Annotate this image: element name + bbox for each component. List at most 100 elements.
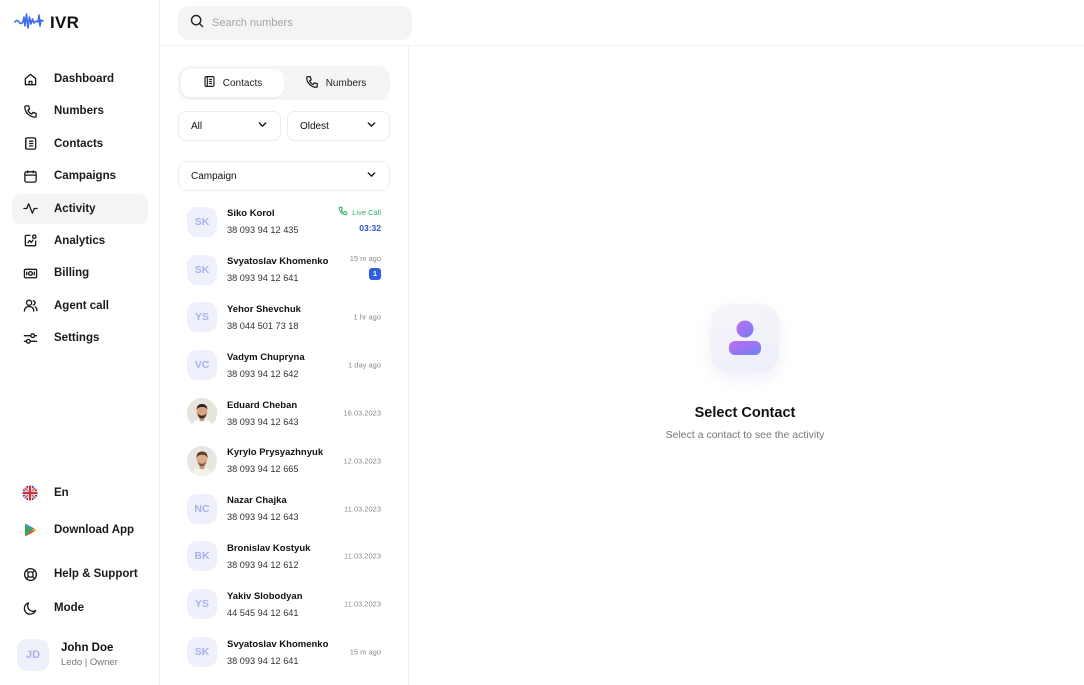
sidebar-download[interactable]: Download App xyxy=(12,517,152,543)
search-bar xyxy=(178,6,412,40)
status-filter-dropdown[interactable]: All xyxy=(178,111,281,141)
tab-label: Numbers xyxy=(325,77,367,89)
sidebar-item-agent-call[interactable]: Agent call xyxy=(12,291,148,321)
contacts-panel: Contacts Numbers All Oldest Campaign SK xyxy=(160,46,409,685)
phone-icon xyxy=(22,103,38,119)
activity-pulse-icon xyxy=(22,201,38,217)
avatar: YS xyxy=(187,589,217,620)
contact-list: SK Siko Korol 38 093 94 12 435 Live Call… xyxy=(178,198,390,676)
view-switcher: Contacts Numbers xyxy=(178,66,390,100)
lifebuoy-icon xyxy=(22,566,38,582)
contacts-book-icon xyxy=(203,75,216,91)
contact-phone: 38 093 94 12 641 xyxy=(227,273,299,284)
language-selector[interactable]: En xyxy=(12,480,152,506)
mode-toggle[interactable]: Mode xyxy=(12,595,152,621)
contact-time: 11.03.2023 xyxy=(344,599,381,609)
sidebar-item-analytics[interactable]: Analytics xyxy=(12,226,148,256)
sidebar-item-campaigns[interactable]: Campaigns xyxy=(12,161,148,191)
contact-list-item[interactable]: BK Bronislav Kostyuk 38 093 94 12 612 11… xyxy=(178,533,390,581)
contact-meta: Live Call 03:32 xyxy=(338,206,381,233)
empty-state-subtitle: Select a contact to see the activity xyxy=(665,429,825,441)
contact-phone: 38 093 94 12 641 xyxy=(227,655,299,666)
mode-label: Mode xyxy=(54,602,85,614)
chevron-down-icon xyxy=(257,119,268,133)
avatar: BK xyxy=(187,541,217,572)
sidebar-item-contacts[interactable]: Contacts xyxy=(12,129,148,159)
billing-icon xyxy=(22,265,38,281)
analytics-icon xyxy=(22,233,38,249)
contact-name: Eduard Cheban xyxy=(227,399,298,411)
user-placeholder-icon xyxy=(711,304,779,372)
avatar: NC xyxy=(187,493,217,524)
contact-list-item[interactable]: SK Svyatoslav Khomenko 38 093 94 12 641 … xyxy=(178,246,390,294)
unread-badge: 1 xyxy=(369,267,381,280)
contact-phone: 44 545 94 12 641 xyxy=(227,607,299,618)
sort-dropdown[interactable]: Oldest xyxy=(287,111,390,141)
avatar: YS xyxy=(187,302,217,333)
search-icon xyxy=(190,14,204,33)
sidebar-item-label: Dashboard xyxy=(54,73,115,85)
contact-list-item[interactable]: VC Vadym Chupryna 38 093 94 12 642 1 day… xyxy=(178,341,390,389)
contact-time: 12.03.2023 xyxy=(343,456,381,466)
contact-phone: 38 093 94 12 643 xyxy=(227,512,299,523)
contact-list-item[interactable]: YS Yakiv Slobodyan 44 545 94 12 641 11.0… xyxy=(178,580,390,628)
contact-phone: 38 093 94 12 612 xyxy=(227,559,299,570)
tab-contacts[interactable]: Contacts xyxy=(181,69,284,97)
sidebar-item-label: Campaigns xyxy=(54,170,116,183)
contact-phone: 38 044 501 73 18 xyxy=(227,320,299,331)
avatar: JD xyxy=(17,639,49,671)
sidebar-item-label: Activity xyxy=(54,202,96,215)
contact-name: Siko Korol xyxy=(227,208,275,220)
sidebar-item-numbers[interactable]: Numbers xyxy=(12,96,148,126)
contact-phone: 38 093 94 12 643 xyxy=(227,416,299,427)
sidebar-nav: Dashboard Numbers Contacts Campaigns Act… xyxy=(12,64,148,356)
phone-icon xyxy=(338,206,348,218)
contact-list-item[interactable]: NC Nazar Chajka 38 093 94 12 643 11.03.2… xyxy=(178,485,390,533)
sidebar: IVR Dashboard Numbers Contacts Campaigns xyxy=(0,0,160,685)
contact-time: 11.03.2023 xyxy=(344,504,381,514)
contact-list-item[interactable]: SK Siko Korol 38 093 94 12 435 Live Call… xyxy=(178,198,390,246)
download-app-button[interactable]: Download App xyxy=(12,517,152,543)
sidebar-item-dashboard[interactable]: Dashboard xyxy=(12,64,148,94)
tab-label: Contacts xyxy=(222,77,263,89)
calendar-icon xyxy=(22,168,38,184)
contact-list-item[interactable]: SK Svyatoslav Khomenko 38 093 94 12 641 … xyxy=(178,628,390,676)
sidebar-language[interactable]: En xyxy=(12,480,152,506)
sidebar-item-label: Numbers xyxy=(54,105,104,118)
contact-list-item[interactable]: Eduard Cheban 38 093 94 12 643 16.03.202… xyxy=(178,389,390,437)
search-input[interactable] xyxy=(212,17,402,29)
contact-meta: 15 m ago 1 xyxy=(350,254,381,280)
sidebar-item-billing[interactable]: Billing xyxy=(12,258,148,288)
campaign-dropdown[interactable]: Campaign xyxy=(178,161,390,191)
phone-icon xyxy=(305,75,319,92)
waveform-logo-icon xyxy=(14,11,44,36)
sidebar-item-label: Settings xyxy=(54,332,100,345)
contact-name: Svyatoslav Khomenko xyxy=(227,256,329,268)
app-logo[interactable]: IVR xyxy=(14,10,79,36)
avatar: SK xyxy=(187,254,217,285)
tab-numbers[interactable]: Numbers xyxy=(284,69,387,97)
contact-time: 11.03.2023 xyxy=(344,551,381,561)
sidebar-mode[interactable]: Mode xyxy=(12,595,152,621)
sidebar-item-activity[interactable]: Activity xyxy=(12,193,148,224)
contact-list-item[interactable]: Kyrylo Prysyazhnyuk 38 093 94 12 665 12.… xyxy=(178,437,390,485)
logo-text: IVR xyxy=(50,13,80,32)
contact-time: 15 m ago xyxy=(349,647,381,657)
user-profile[interactable]: JD John Doe Ledo | Owner xyxy=(17,639,118,671)
avatar: SK xyxy=(187,206,217,237)
sidebar-item-label: Analytics xyxy=(54,234,106,247)
user-role: Ledo | Owner xyxy=(61,657,118,668)
sidebar-item-label: Billing xyxy=(54,267,90,280)
contact-time: 16.03.2023 xyxy=(343,408,381,418)
sidebar-item-label: Agent call xyxy=(54,299,109,312)
contact-name: Nazar Chajka xyxy=(227,495,287,507)
avatar: SK xyxy=(187,637,217,668)
chevron-down-icon xyxy=(366,169,377,183)
sidebar-item-settings[interactable]: Settings xyxy=(12,323,148,353)
sidebar-item-label: Contacts xyxy=(54,137,104,150)
help-support-button[interactable]: Help & Support xyxy=(12,561,152,587)
contact-time: 1 day ago xyxy=(348,360,381,370)
sidebar-help[interactable]: Help & Support xyxy=(12,561,152,587)
contact-name: Yakiv Slobodyan xyxy=(227,590,303,602)
contact-list-item[interactable]: YS Yehor Shevchuk 38 044 501 73 18 1 hr … xyxy=(178,294,390,342)
